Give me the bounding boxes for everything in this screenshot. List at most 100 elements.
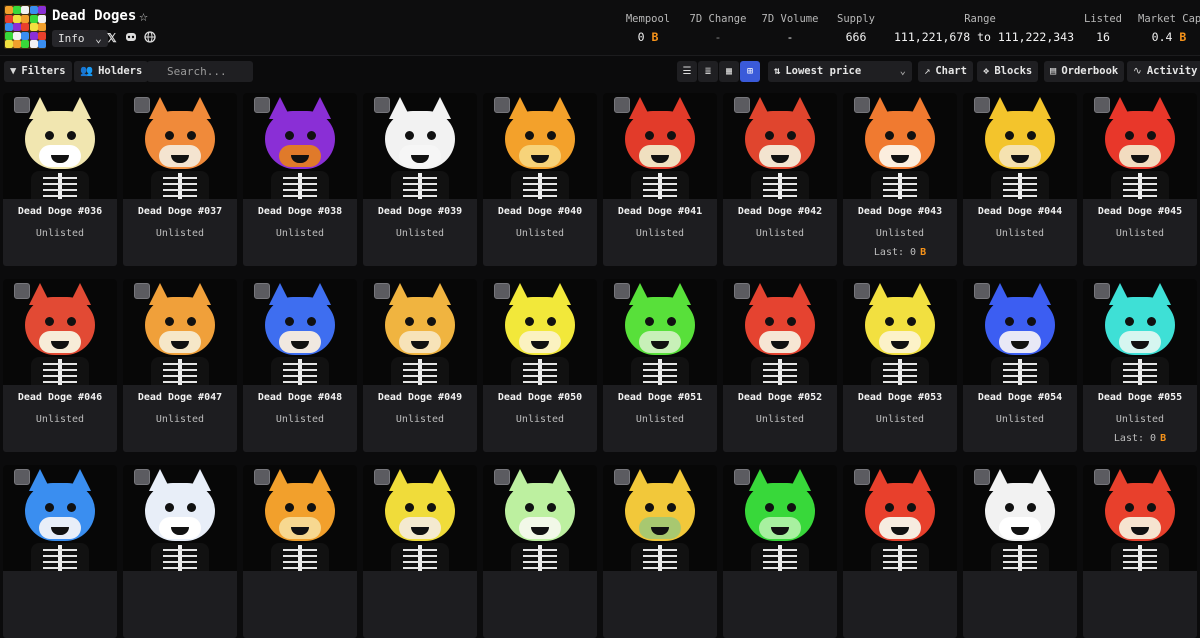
info-dropdown[interactable]: Info ⌄ [52,30,108,47]
select-checkbox[interactable] [134,97,150,113]
item-status: Unlisted [275,414,325,425]
logo-tile [21,14,30,23]
view-grid-button[interactable]: ⊞ [740,61,760,82]
select-checkbox[interactable] [1094,97,1110,113]
select-checkbox[interactable] [614,283,630,299]
select-checkbox[interactable] [854,97,870,113]
item-card[interactable] [123,465,237,638]
select-checkbox[interactable] [494,97,510,113]
item-card[interactable]: Dead Doge #042 Unlisted [723,93,837,266]
item-card[interactable] [483,465,597,638]
select-checkbox[interactable] [14,97,30,113]
item-status: Unlisted [875,414,925,425]
stat-value: 0.4 [1151,30,1173,44]
item-card[interactable]: Dead Doge #036 Unlisted [3,93,117,266]
select-checkbox[interactable] [14,283,30,299]
select-checkbox[interactable] [854,283,870,299]
view-grid-large-button[interactable]: ▦ [719,61,739,82]
item-card[interactable]: Dead Doge #046 Unlisted [3,279,117,452]
logo-tile [13,6,22,14]
select-checkbox[interactable] [734,469,750,485]
item-card[interactable] [3,465,117,638]
item-card[interactable]: Dead Doge #040 Unlisted [483,93,597,266]
sort-dropdown[interactable]: ⇅ Lowest price ⌄ [768,61,912,82]
bitcoin-icon: B [1160,433,1167,444]
item-card[interactable]: Dead Doge #043 Unlisted Last: 0B [843,93,957,266]
item-card[interactable] [1083,465,1197,638]
grid-large-icon: ▦ [725,66,733,77]
globe-icon[interactable] [144,31,156,46]
collection-header: Dead Doges ☆ Info ⌄ 𝕏 Mempool 0 B 7D Cha… [0,0,1200,56]
chart-button[interactable]: ↗ Chart [918,61,973,82]
filters-button[interactable]: ▼ Filters [4,61,72,82]
sort-icon: ⇅ [774,65,781,77]
select-checkbox[interactable] [974,283,990,299]
item-card[interactable] [963,465,1077,638]
discord-icon[interactable] [125,31,137,45]
select-checkbox[interactable] [374,283,390,299]
select-checkbox[interactable] [134,469,150,485]
select-checkbox[interactable] [494,283,510,299]
item-card[interactable]: Dead Doge #051 Unlisted [603,279,717,452]
logo-tile [5,6,13,14]
item-card[interactable]: Dead Doge #052 Unlisted [723,279,837,452]
item-name: Dead Doge #052 [737,392,823,403]
blocks-button[interactable]: ❖ Blocks [977,61,1039,82]
select-checkbox[interactable] [1094,469,1110,485]
blocks-icon: ❖ [983,65,990,77]
list-detail-icon: ≣ [704,66,712,77]
blocks-label: Blocks [994,65,1033,77]
select-checkbox[interactable] [854,469,870,485]
logo-tile [13,40,22,49]
item-card[interactable]: Dead Doge #050 Unlisted [483,279,597,452]
select-checkbox[interactable] [614,97,630,113]
item-card[interactable]: Dead Doge #044 Unlisted [963,93,1077,266]
item-card[interactable] [243,465,357,638]
last-sale-label: Last: 0 [873,247,917,258]
view-list-button[interactable]: ≣ [698,61,718,82]
select-checkbox[interactable] [494,469,510,485]
select-checkbox[interactable] [734,283,750,299]
item-card[interactable]: Dead Doge #055 Unlisted Last: 0B [1083,279,1197,452]
item-status: Unlisted [35,228,85,239]
search-input[interactable] [147,61,253,82]
item-card[interactable]: Dead Doge #038 Unlisted [243,93,357,266]
item-card[interactable] [363,465,477,638]
item-card[interactable]: Dead Doge #048 Unlisted [243,279,357,452]
item-card[interactable]: Dead Doge #039 Unlisted [363,93,477,266]
item-card[interactable]: Dead Doge #053 Unlisted [843,279,957,452]
item-card[interactable]: Dead Doge #054 Unlisted [963,279,1077,452]
select-checkbox[interactable] [134,283,150,299]
item-card[interactable]: Dead Doge #047 Unlisted [123,279,237,452]
x-icon[interactable]: 𝕏 [107,31,117,45]
select-checkbox[interactable] [254,283,270,299]
select-checkbox[interactable] [374,97,390,113]
select-checkbox[interactable] [254,97,270,113]
filters-label: Filters [21,65,66,77]
item-card[interactable]: Dead Doge #037 Unlisted [123,93,237,266]
item-card[interactable]: Dead Doge #041 Unlisted [603,93,717,266]
star-icon[interactable]: ☆ [139,7,148,25]
item-card[interactable] [723,465,837,638]
stat-label: Listed [1084,13,1122,25]
select-checkbox[interactable] [1094,283,1110,299]
item-name: Dead Doge #036 [17,206,103,217]
item-card[interactable] [843,465,957,638]
item-status: Unlisted [755,228,805,239]
select-checkbox[interactable] [14,469,30,485]
holders-button[interactable]: 👥 Holders [74,61,149,82]
item-name: Dead Doge #040 [497,206,583,217]
orderbook-button[interactable]: ▤ Orderbook [1044,61,1125,82]
select-checkbox[interactable] [614,469,630,485]
select-checkbox[interactable] [974,469,990,485]
chevron-down-icon: ⌄ [95,32,102,45]
select-checkbox[interactable] [734,97,750,113]
activity-button[interactable]: ∿ Activity [1127,61,1200,82]
item-card[interactable]: Dead Doge #049 Unlisted [363,279,477,452]
select-checkbox[interactable] [374,469,390,485]
view-list-compact-button[interactable]: ☰ [677,61,697,82]
select-checkbox[interactable] [974,97,990,113]
item-card[interactable]: Dead Doge #045 Unlisted [1083,93,1197,266]
item-card[interactable] [603,465,717,638]
select-checkbox[interactable] [254,469,270,485]
